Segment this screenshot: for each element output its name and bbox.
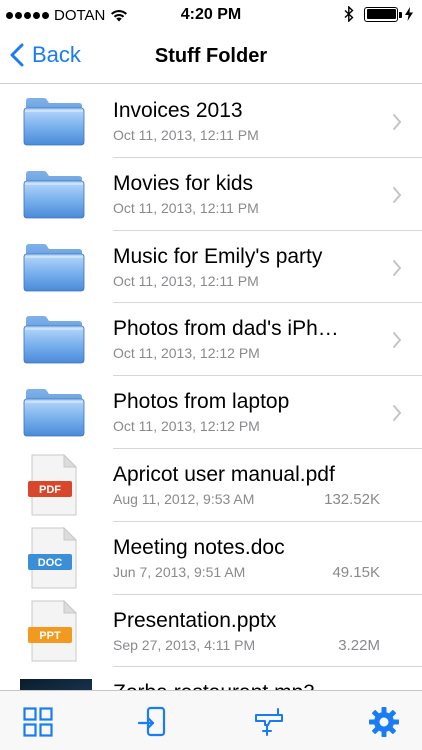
folder-icon [23,243,85,291]
list-item-folder[interactable]: Photos from dad's iPh… Oct 11, 2013, 12:… [0,303,422,377]
status-bar: DOTAN 4:20 PM [0,0,422,30]
list-item-file[interactable]: DOC Meeting notes.doc Jun 7, 2013, 9:51 … [0,522,422,595]
pdf-badge-label: PDF [39,484,61,496]
file-name: Presentation.pptx [113,608,277,632]
list-item-folder[interactable]: Movies for kids Oct 11, 2013, 12:11 PM [0,158,422,231]
import-device-icon [137,706,166,737]
pdf-document-icon: PDF [28,453,78,516]
list-item-folder[interactable]: Music for Emily's party Oct 11, 2013, 12… [0,231,422,304]
file-date: Aug 11, 2012, 9:53 AM [113,490,255,507]
file-name: Meeting notes.doc [113,535,285,559]
file-list: Invoices 2013 Oct 11, 2013, 12:11 PM Mov… [0,85,422,690]
folder-icon [23,170,85,219]
status-right [344,6,414,22]
file-name: Movies for kids [113,171,254,195]
file-size: 132.52K [324,490,380,508]
file-date: Oct 11, 2013, 12:12 PM [113,418,260,435]
list-item-file[interactable]: PDF Apricot user manual.pdf Aug 11, 2012… [0,449,422,522]
file-name: Music for Emily's party [113,244,323,268]
list-item-file[interactable]: Zorba restaurant.mp3 [0,667,422,690]
chevron-right-icon [393,332,402,349]
tab-wifi-transfer[interactable] [252,705,288,739]
ppt-document-icon: PPT [28,599,78,662]
settings-icon [369,707,399,737]
file-name: Invoices 2013 [113,99,243,122]
file-date: Oct 11, 2013, 12:12 PM [113,345,260,362]
tab-bar [0,690,422,750]
file-date: Oct 11, 2013, 12:11 PM [113,127,259,143]
list-item-folder[interactable]: Invoices 2013 Oct 11, 2013, 12:11 PM [0,85,422,158]
grid-icon [23,707,53,737]
doc-document-icon: DOC [28,526,78,589]
chevron-right-icon [393,186,402,203]
doc-badge-label: DOC [38,557,63,569]
ppt-badge-label: PPT [39,630,61,642]
wifi-transfer-icon [255,708,283,736]
file-size: 49.15K [332,563,380,581]
file-date: Sep 27, 2013, 4:11 PM [113,636,256,653]
folder-icon [23,316,85,364]
list-item-folder[interactable]: Photos from laptop Oct 11, 2013, 12:12 P… [0,376,422,449]
file-name: Zorba restaurant.mp3 [113,681,315,690]
tab-import[interactable] [134,705,170,739]
file-name: Photos from dad's iPh… [113,317,339,341]
file-date: Oct 11, 2013, 12:11 PM [113,199,259,216]
navigation-bar: Back Stuff Folder [0,30,422,84]
chevron-right-icon [393,405,402,422]
page-title: Stuff Folder [154,45,268,67]
file-name: Photos from laptop [113,390,290,414]
chevron-right-icon [393,114,402,130]
bluetooth-icon [344,6,354,22]
tab-settings[interactable] [366,705,402,739]
tab-grid[interactable] [20,705,56,739]
album-art-thumbnail [20,679,92,690]
file-date: Jun 7, 2013, 9:51 AM [113,563,246,580]
chevron-right-icon [393,259,402,276]
file-name: Apricot user manual.pdf [113,462,335,486]
list-item-file[interactable]: PPT Presentation.pptx Sep 27, 2013, 4:11… [0,595,422,668]
sound-wave-icon [20,679,92,690]
charging-bolt-icon [405,7,413,21]
file-date: Oct 11, 2013, 12:11 PM [113,272,259,289]
folder-icon [23,98,85,146]
folder-icon [23,389,85,437]
battery-icon [364,6,402,22]
file-size: 3.22M [338,636,380,654]
